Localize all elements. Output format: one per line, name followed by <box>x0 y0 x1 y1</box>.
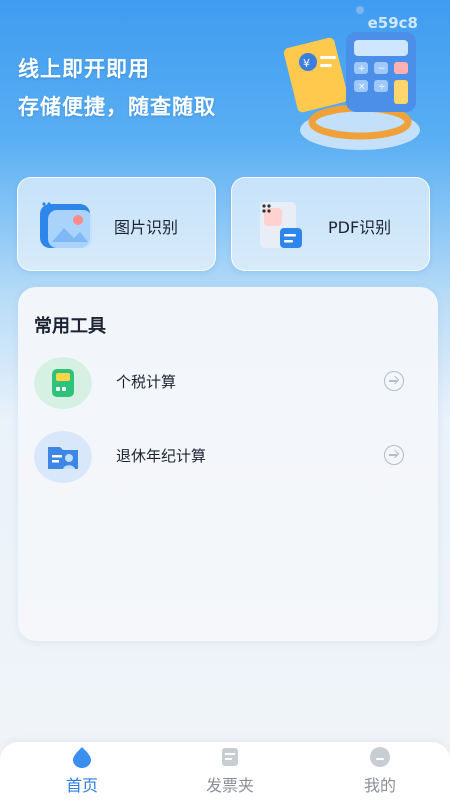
arrow-right-icon <box>384 371 404 391</box>
tool-item-tax-calc[interactable]: 个税计算 <box>18 357 438 417</box>
tab-mine-label: 我的 <box>363 776 396 795</box>
hero-line-2: 存储便捷，随查随取 <box>18 95 216 119</box>
pdf-recognition-card[interactable]: PDF识别 <box>231 177 430 271</box>
pdf-recognition-icon <box>260 202 302 248</box>
image-recognition-icon <box>40 202 92 248</box>
common-tools-title: 常用工具 <box>34 316 106 337</box>
profile-icon <box>370 747 390 767</box>
common-tools-panel: 常用工具 个税计算 退休年纪计算 <box>18 287 438 641</box>
tab-invoice-label: 发票夹 <box>205 776 254 795</box>
retirement-folder-icon <box>34 431 92 483</box>
tool-label-retirement: 退休年纪计算 <box>116 447 207 465</box>
tab-mine[interactable]: 我的 <box>320 742 440 800</box>
bottom-tab-bar: 首页 发票夹 我的 <box>0 742 450 800</box>
image-recognition-label: 图片识别 <box>114 218 179 237</box>
hero-line-1: 线上即开即用 <box>18 57 150 81</box>
svg-text:÷: ÷ <box>378 82 386 92</box>
tool-label-tax: 个税计算 <box>116 373 177 391</box>
tab-home-label: 首页 <box>65 776 98 795</box>
arrow-right-icon <box>384 445 404 465</box>
home-icon <box>73 747 91 768</box>
image-recognition-card[interactable]: 图片识别 <box>17 177 216 271</box>
svg-text:×: × <box>358 82 366 92</box>
tab-home[interactable]: 首页 <box>22 742 142 800</box>
pdf-recognition-label: PDF识别 <box>328 218 392 237</box>
svg-text:¥: ¥ <box>303 57 310 70</box>
invoice-calculator-illustration: ¥ + − × ÷ <box>283 32 420 150</box>
svg-text:+: + <box>358 64 366 74</box>
svg-text:−: − <box>378 64 386 74</box>
calculator-icon <box>34 357 92 409</box>
decorative-dot <box>356 6 364 14</box>
hero-slogan: 线上即开即用 存储便捷，随查随取 <box>18 50 216 126</box>
tool-item-retirement-calc[interactable]: 退休年纪计算 <box>18 431 438 491</box>
invoice-folder-icon <box>222 748 238 766</box>
tab-invoice-folder[interactable]: 发票夹 <box>170 742 290 800</box>
